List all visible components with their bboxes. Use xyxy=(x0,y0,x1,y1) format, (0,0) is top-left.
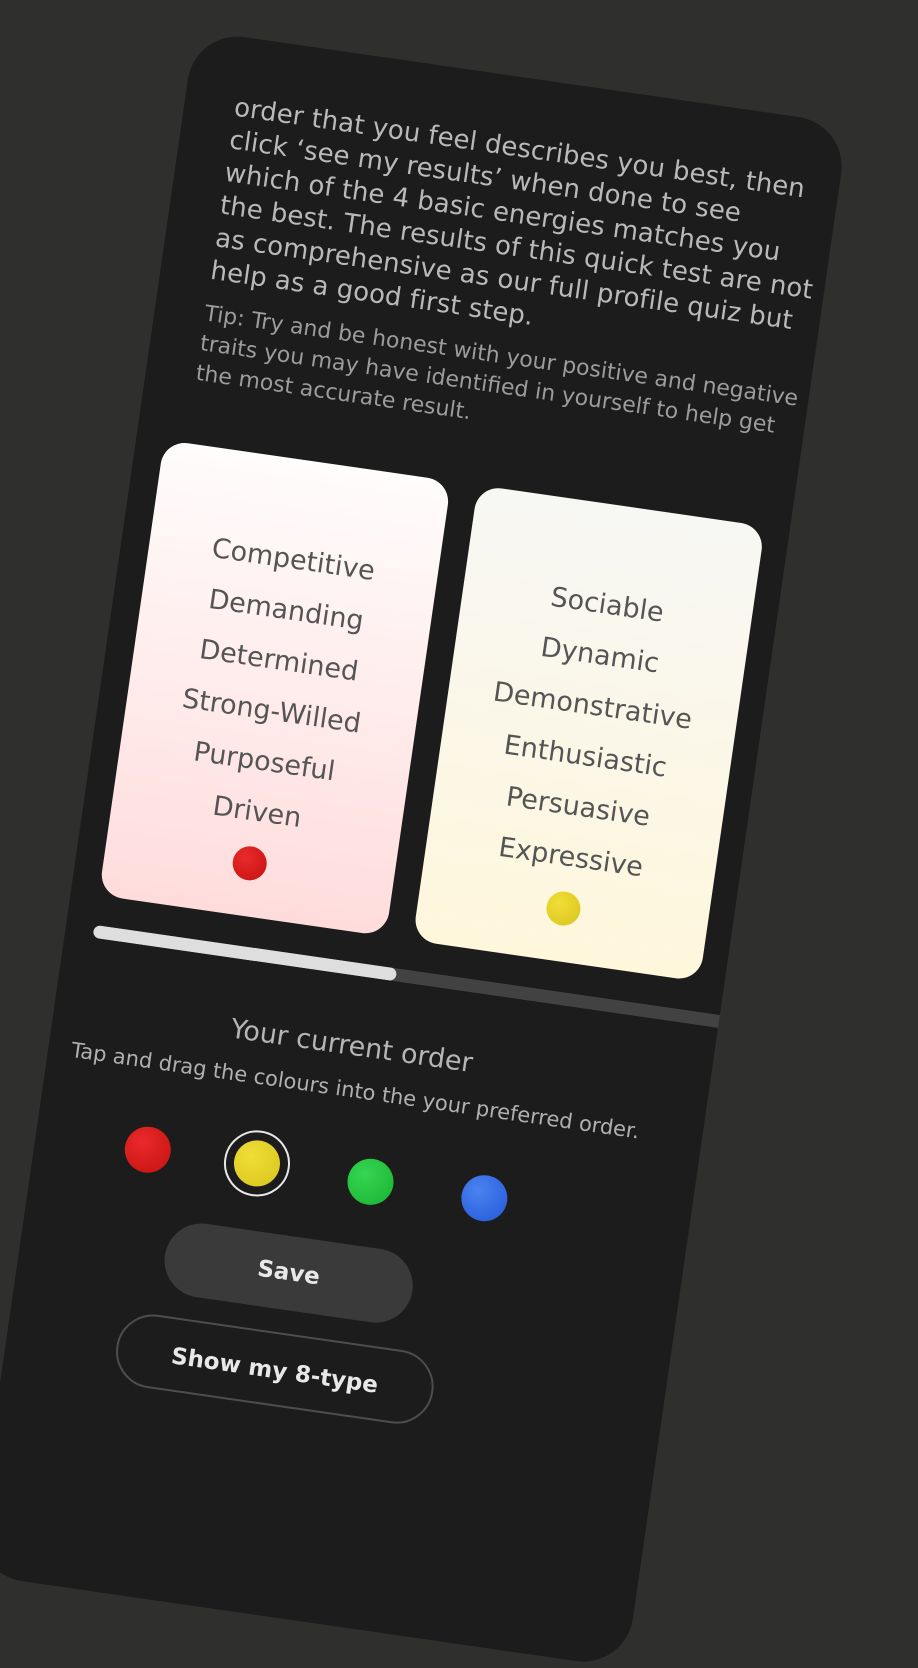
order-dot-blue[interactable] xyxy=(458,1172,511,1225)
order-dot-red[interactable] xyxy=(121,1123,174,1176)
red-color-dot-icon xyxy=(230,844,269,883)
order-dot-green[interactable] xyxy=(344,1155,397,1208)
trait-card-yellow[interactable]: Sociable Dynamic Demonstrative Enthusias… xyxy=(412,485,766,982)
order-dot-yellow[interactable] xyxy=(219,1126,295,1201)
color-order-list xyxy=(119,1112,526,1248)
yellow-dot-icon xyxy=(230,1137,284,1190)
quiz-panel: order that you feel describes you best, … xyxy=(0,30,849,1668)
trait-card-red[interactable]: Competitive Demanding Determined Strong-… xyxy=(98,439,452,937)
show-8-type-button[interactable]: Show my 8-type xyxy=(111,1309,439,1429)
yellow-color-dot-icon xyxy=(544,889,583,928)
save-button[interactable]: Save xyxy=(159,1218,418,1328)
progress-fill xyxy=(92,924,397,982)
